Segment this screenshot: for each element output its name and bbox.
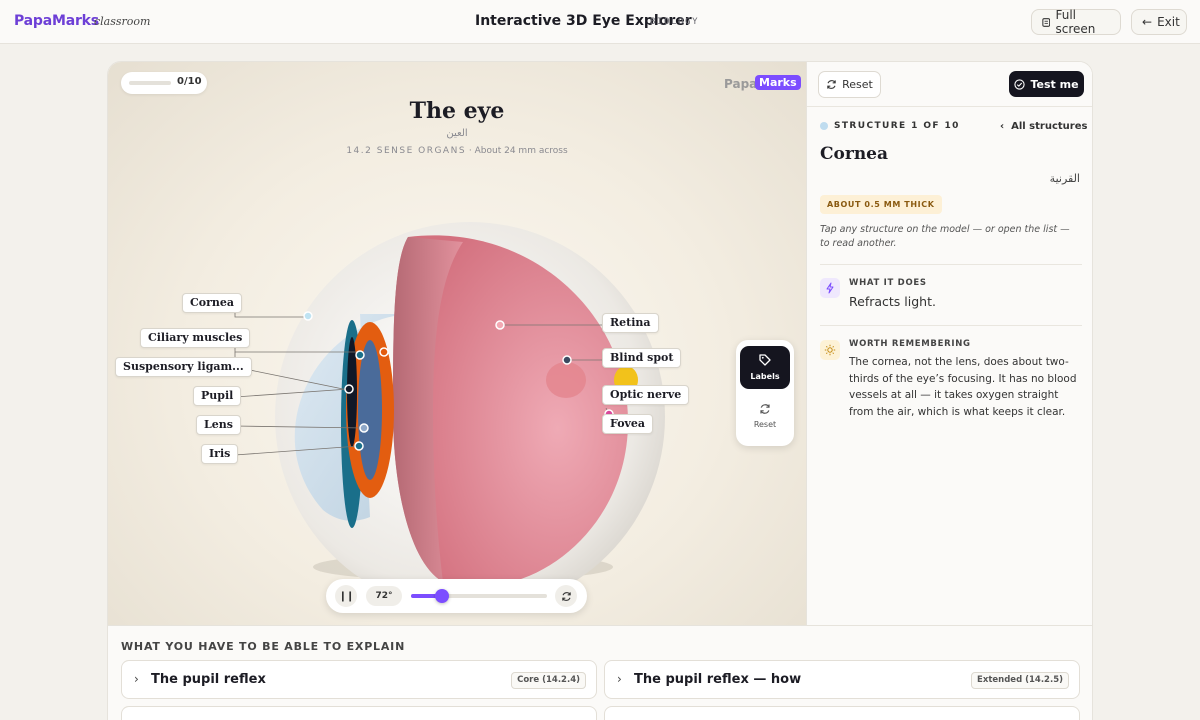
viewer-logo-badge: Marks: [755, 75, 801, 90]
chevron-left-icon: ‹: [1000, 121, 1005, 132]
worth-remembering-heading: WORTH REMEMBERING: [849, 339, 971, 349]
label-cornea[interactable]: Cornea: [182, 293, 243, 313]
model-title-arabic: العين: [446, 128, 468, 139]
chevron-right-icon: ›: [134, 672, 139, 686]
structure-count: STRUCTURE 1 OF 10: [834, 121, 960, 131]
hotspot-ciliary[interactable]: [379, 347, 389, 357]
accordion-item[interactable]: [121, 706, 597, 720]
worth-remembering-body: The cornea, not the lens, does about two…: [849, 356, 1077, 418]
accordion-pupil-reflex[interactable]: › The pupil reflex Core (14.2.4): [121, 660, 597, 699]
progress-track: [129, 81, 171, 85]
rotation-slider-knob[interactable]: [435, 589, 450, 603]
exit-button[interactable]: ← Exit: [1131, 9, 1187, 35]
panel-reset-label: Reset: [842, 78, 873, 91]
what-it-does-body: Refracts light.: [849, 294, 936, 309]
size-note: · About 24 mm across: [468, 146, 568, 156]
structure-fact-badge: ABOUT 0.5 MM THICK: [820, 195, 942, 214]
labels-toggle-button[interactable]: Labels: [740, 346, 790, 389]
viewer-logo-prefix: Papa: [724, 77, 758, 91]
label-optic-nerve[interactable]: Optic nerve: [602, 385, 690, 405]
panel-reset-button[interactable]: Reset: [818, 71, 881, 98]
accordion-title: The pupil reflex — how: [634, 672, 802, 687]
explain-title: WHAT YOU HAVE TO BE ABLE TO EXPLAIN: [121, 640, 406, 653]
divider: [820, 264, 1082, 265]
lightning-icon: [820, 278, 840, 298]
subject-tag: BIOLOGY: [650, 17, 700, 27]
explorer-card: 0/10 Papa Marks The eye العين 14.2 SENSE…: [107, 61, 1093, 720]
all-structures-label: All structures: [1011, 121, 1088, 132]
arrow-left-icon: ←: [1142, 15, 1153, 29]
viewer-tools: Labels Reset: [736, 340, 794, 446]
check-circle-icon: [1014, 78, 1026, 90]
test-me-button[interactable]: Test me: [1009, 71, 1084, 97]
progress-label: 0/10: [177, 76, 202, 87]
fullscreen-button[interactable]: Full screen: [1031, 8, 1121, 36]
pause-icon: ❙❙: [338, 590, 355, 602]
view-reset-button[interactable]: Reset: [740, 398, 790, 438]
rotation-slider[interactable]: [411, 589, 547, 603]
accordion-badge: Extended (14.2.5): [971, 672, 1069, 689]
fullscreen-label: Full screen: [1055, 8, 1096, 36]
label-pupil[interactable]: Pupil: [193, 386, 242, 406]
hotspot-lens[interactable]: [359, 423, 369, 433]
hotspot-cornea[interactable]: [303, 311, 313, 321]
hotspot-retina[interactable]: [495, 320, 505, 330]
structure-name: Cornea: [820, 144, 889, 164]
what-it-does-heading: WHAT IT DOES: [849, 278, 927, 288]
hotspot-suspensory[interactable]: [355, 350, 365, 360]
model-viewer[interactable]: 0/10 Papa Marks The eye العين 14.2 SENSE…: [108, 62, 806, 625]
hotspot-iris[interactable]: [354, 441, 364, 451]
brand-subtitle: classroom: [94, 15, 151, 28]
refresh-icon: [827, 80, 836, 89]
model-title: The eye: [409, 98, 505, 124]
label-fovea[interactable]: Fovea: [602, 414, 654, 434]
pause-button[interactable]: ❙❙: [335, 585, 357, 607]
divider: [820, 325, 1082, 326]
progress-indicator: 0/10: [121, 72, 207, 94]
test-me-label: Test me: [1030, 77, 1079, 91]
label-lens[interactable]: Lens: [196, 415, 241, 435]
panel-hint: Tap any structure on the model — or open…: [820, 224, 1070, 249]
accordion-badge: Core (14.2.4): [511, 672, 586, 689]
model-meta: 14.2 SENSE ORGANS · About 24 mm across: [108, 146, 806, 156]
accordion-item[interactable]: [604, 706, 1080, 720]
explain-section: WHAT YOU HAVE TO BE ABLE TO EXPLAIN › Th…: [108, 625, 1092, 720]
hotspot-blind-spot[interactable]: [562, 355, 572, 365]
structure-panel: Reset Test me STRUCTURE 1 OF 10 ‹ All st…: [806, 62, 1092, 625]
structure-name-arabic: القرنية: [1049, 172, 1080, 185]
chevron-right-icon: ›: [617, 672, 622, 686]
structure-color-dot: [820, 122, 828, 130]
accordion-pupil-reflex-how[interactable]: › The pupil reflex — how Extended (14.2.…: [604, 660, 1080, 699]
labels-toggle-label: Labels: [750, 372, 780, 381]
exit-label: Exit: [1157, 15, 1180, 29]
brand-logo[interactable]: PapaMarks: [14, 13, 99, 29]
lens-shape[interactable]: [358, 340, 382, 480]
divider: [807, 106, 1092, 107]
hotspot-pupil[interactable]: [344, 384, 354, 394]
label-iris[interactable]: Iris: [201, 444, 239, 464]
label-ciliary-muscles[interactable]: Ciliary muscles: [140, 328, 251, 348]
sun-icon: [820, 340, 840, 360]
tag-icon: [759, 354, 771, 366]
fullscreen-icon: [1042, 17, 1051, 27]
refresh-icon: [760, 404, 770, 414]
all-structures-link[interactable]: ‹ All structures: [1000, 121, 1087, 132]
blind-spot-shape[interactable]: [546, 362, 586, 398]
sync-button[interactable]: [555, 585, 577, 607]
top-bar: PapaMarks classroom Interactive 3D Eye E…: [0, 0, 1200, 44]
label-blind-spot[interactable]: Blind spot: [602, 348, 682, 368]
angle-readout: 72°: [366, 586, 402, 606]
label-suspensory-ligaments[interactable]: Suspensory ligam...: [115, 357, 252, 377]
section-code: 14.2 SENSE ORGANS: [346, 146, 467, 156]
label-retina[interactable]: Retina: [602, 313, 659, 333]
view-reset-label: Reset: [753, 420, 777, 429]
sync-icon: [561, 591, 571, 601]
accordion-title: The pupil reflex: [151, 672, 266, 687]
rotation-player: ❙❙ 72°: [326, 579, 587, 613]
